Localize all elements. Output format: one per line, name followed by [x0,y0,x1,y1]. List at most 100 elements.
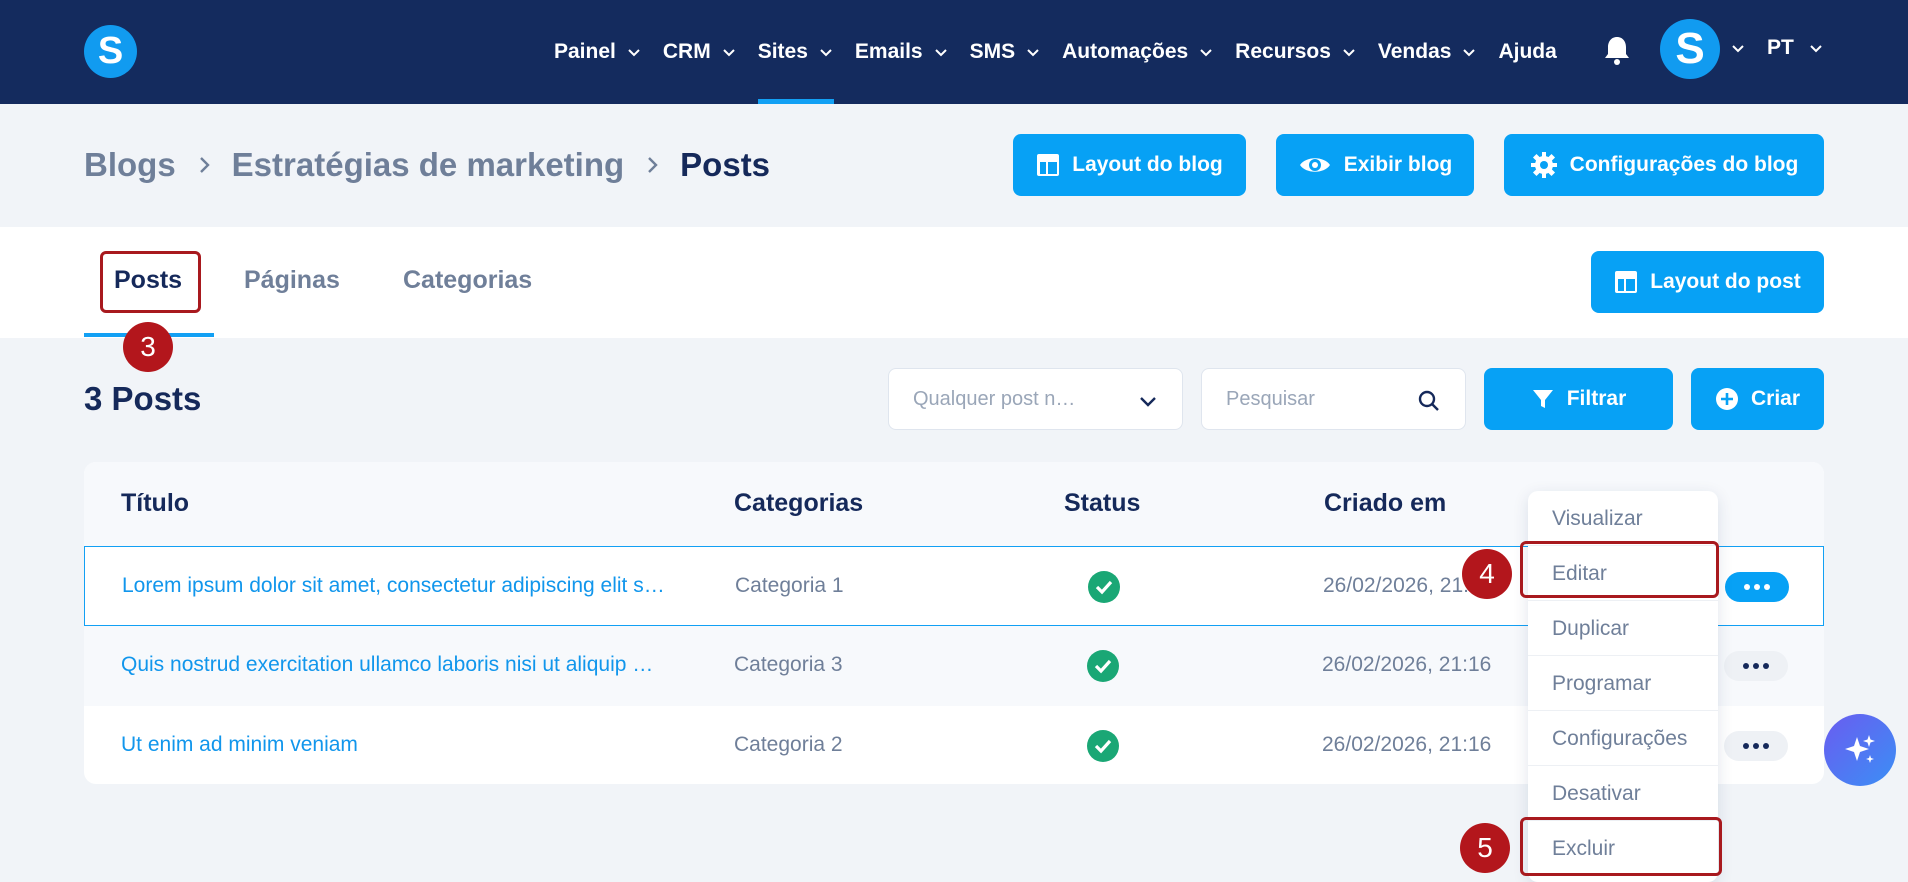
menu-item-visualizar[interactable]: Visualizar [1528,491,1718,546]
layout-icon [1037,154,1060,176]
search-icon[interactable] [1417,389,1441,413]
column-header-categories[interactable]: Categorias [734,489,863,518]
eye-icon [1299,158,1330,172]
annotation-box [100,251,201,313]
menu-item-programar[interactable]: Programar [1528,656,1718,711]
language-label: PT [1767,36,1794,59]
nav-label: Ajuda [1498,40,1557,63]
breadcrumb-blogs[interactable]: Blogs [84,146,176,184]
post-category: Categoria 2 [734,733,843,756]
nav-item-crm[interactable]: CRM [663,0,737,104]
column-header-title[interactable]: Título [121,489,189,518]
layout-blog-button[interactable]: Layout do blog [1013,134,1246,196]
nav-label: Automações [1062,40,1189,63]
chevron-down-icon[interactable] [1730,40,1746,56]
view-blog-button[interactable]: Exibir blog [1276,134,1474,196]
chevron-down-icon [820,49,832,57]
create-button[interactable]: Criar [1691,368,1824,430]
nav-item-emails[interactable]: Emails [855,0,949,104]
chevron-down-icon [1140,397,1156,407]
nav-label: Vendas [1377,40,1452,63]
top-navbar: S Painel CRM Sites Emails SMS Automações… [0,0,1908,104]
nav-label: Emails [854,40,923,63]
nav-label: SMS [969,40,1016,63]
select-value: Qualquer post n… [913,387,1076,410]
nav-item-sms[interactable]: SMS [970,0,1042,104]
sparkle-icon [1845,735,1875,763]
row-actions-button[interactable] [1724,651,1788,681]
posts-count: 3 Posts [84,380,202,417]
nav-item-vendas[interactable]: Vendas [1378,0,1478,104]
row-actions-button[interactable] [1724,731,1788,761]
ai-assistant-button[interactable] [1824,714,1896,786]
post-title-link[interactable]: Quis nostrud exercitation ullamco labori… [121,653,681,677]
post-category: Categoria 1 [735,574,844,597]
post-title-link[interactable]: Ut enim ad minim veniam [121,733,681,757]
chevron-right-icon [199,157,210,173]
chevron-down-icon [1200,49,1212,57]
annotation-box [1520,817,1722,876]
column-header-created[interactable]: Criado em [1324,489,1446,518]
chevron-down-icon [1343,49,1355,57]
search-input[interactable] [1226,387,1406,411]
search-box [1201,368,1466,430]
user-avatar[interactable]: S [1660,19,1720,79]
chevron-down-icon [1027,49,1039,57]
chevron-down-icon [934,49,947,57]
status-published-icon [1087,650,1119,682]
nav-item-recursos[interactable]: Recursos [1235,0,1357,104]
layout-icon [1615,271,1638,293]
filter-icon [1532,390,1553,408]
nav-item-automacoes[interactable]: Automações [1062,0,1214,104]
chevron-down-icon [628,49,640,57]
view-blog-label: Exibir blog [1343,153,1453,176]
nav-label: Recursos [1235,40,1331,63]
post-created-date: 26/02/2026, 21:16 [1322,653,1492,676]
breadcrumb: Blogs Estratégias de marketing Posts [84,146,770,184]
plus-circle-icon [1715,388,1738,410]
chevron-down-icon [1810,45,1822,53]
post-created-date: 26/02/2026, 21: [1323,574,1469,597]
gear-icon [1530,152,1557,178]
blog-settings-label: Configurações do blog [1569,153,1799,176]
app-logo[interactable]: S [84,25,137,78]
nav-label: Sites [757,40,808,63]
breadcrumb-blog-name[interactable]: Estratégias de marketing [232,146,625,184]
breadcrumb-current: Posts [680,146,771,183]
filter-button[interactable]: Filtrar [1484,368,1673,430]
blog-settings-button[interactable]: Configurações do blog [1504,134,1824,196]
layout-blog-label: Layout do blog [1072,153,1223,176]
chevron-down-icon [722,49,735,57]
column-header-status[interactable]: Status [1064,489,1140,518]
status-published-icon [1087,730,1119,762]
bell-icon[interactable] [1602,34,1632,66]
tab-paginas[interactable]: Páginas [244,266,340,295]
row-actions-button[interactable] [1725,572,1789,602]
menu-item-duplicar[interactable]: Duplicar [1528,601,1718,656]
layout-post-button[interactable]: Layout do post [1591,251,1824,313]
nav-item-ajuda[interactable]: Ajuda [1498,0,1556,104]
nav-item-sites[interactable]: Sites [757,0,835,104]
annotation-marker: 4 [1462,549,1512,599]
menu-item-desativar[interactable]: Desativar [1528,766,1718,821]
annotation-box [1520,541,1719,598]
post-created-date: 26/02/2026, 21:16 [1322,733,1492,756]
menu-item-configuracoes[interactable]: Configurações [1528,711,1718,766]
nav-label: CRM [662,40,711,63]
nav-label: Painel [554,40,616,63]
post-title-link[interactable]: Lorem ipsum dolor sit amet, consectetur … [122,574,682,598]
annotation-marker: 5 [1460,823,1510,873]
layout-post-label: Layout do post [1650,270,1801,293]
nav-item-painel[interactable]: Painel [554,0,642,104]
post-type-select[interactable]: Qualquer post n… [888,368,1183,430]
annotation-marker: 3 [123,322,173,372]
chevron-down-icon [1463,49,1476,57]
language-selector[interactable]: PT [1767,36,1824,60]
create-label: Criar [1750,387,1801,410]
chevron-right-icon [648,157,658,173]
filter-label: Filtrar [1566,387,1627,410]
status-published-icon [1088,571,1120,603]
main-nav: Painel CRM Sites Emails SMS Automações R… [554,0,1578,104]
tab-categorias[interactable]: Categorias [403,266,532,295]
post-category: Categoria 3 [734,653,843,676]
